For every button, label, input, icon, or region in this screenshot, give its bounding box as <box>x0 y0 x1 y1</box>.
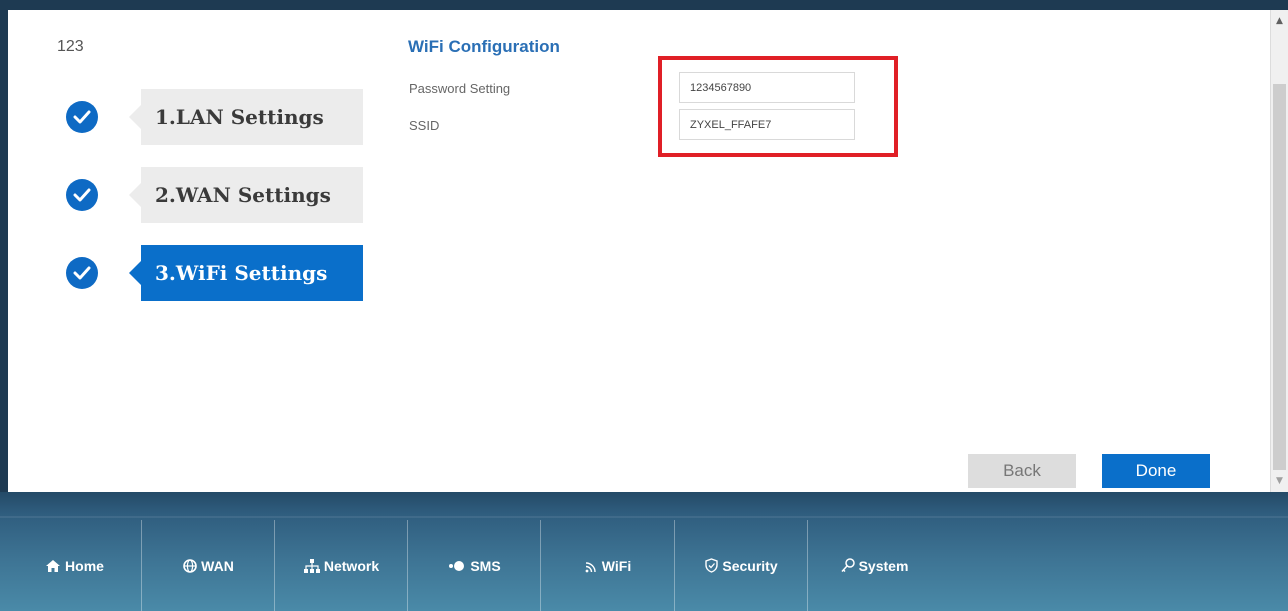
nav-item-home[interactable]: Home <box>8 520 141 611</box>
step-counter: 123 <box>57 38 84 55</box>
nav-item-security[interactable]: Security <box>675 520 808 611</box>
password-label: Password Setting <box>409 81 511 96</box>
nav-label-wan: WAN <box>201 557 234 574</box>
vertical-scrollbar[interactable]: ▲ ▼ <box>1270 10 1288 492</box>
nav-label-wifi: WiFi <box>601 557 632 574</box>
chat-icon <box>448 560 466 572</box>
done-button[interactable]: Done <box>1102 454 1210 488</box>
nav-label-home: Home <box>65 557 104 574</box>
network-icon <box>303 558 320 573</box>
nav-label-system: System <box>858 557 909 574</box>
key-icon <box>841 558 855 573</box>
home-icon <box>45 559 61 573</box>
scroll-down-icon[interactable]: ▼ <box>1271 476 1288 486</box>
navbar-divider <box>0 516 1288 518</box>
nav-label-security: Security <box>722 557 778 574</box>
step-label-wan[interactable]: 2.WAN Settings <box>129 167 363 223</box>
section-title: WiFi Configuration <box>408 37 560 56</box>
scroll-up-icon[interactable]: ▲ <box>1271 16 1288 26</box>
globe-icon <box>183 558 197 573</box>
ssid-label: SSID <box>409 118 440 133</box>
nav-label-sms: SMS <box>470 557 501 574</box>
scroll-thumb[interactable] <box>1273 84 1286 470</box>
check-circle-icon <box>66 179 98 211</box>
nav-item-system[interactable]: System <box>808 520 941 611</box>
check-circle-icon <box>66 101 98 133</box>
step-label-lan[interactable]: 1.LAN Settings <box>129 89 363 145</box>
nav-item-wan[interactable]: WAN <box>142 520 275 611</box>
nav-item-sms[interactable]: SMS <box>408 520 541 611</box>
wifi-icon <box>584 559 598 573</box>
nav-label-network: Network <box>323 557 380 574</box>
highlight-box <box>658 56 898 157</box>
check-circle-icon <box>66 257 98 289</box>
step-label-wifi[interactable]: 3.WiFi Settings <box>129 245 363 301</box>
nav-item-wifi[interactable]: WiFi <box>541 520 674 611</box>
back-button[interactable]: Back <box>968 454 1076 488</box>
shield-icon <box>705 558 719 573</box>
nav-item-network[interactable]: Network <box>275 520 408 611</box>
main-navbar: Home WAN Network SMS WiFi Security Syste… <box>0 492 1288 611</box>
